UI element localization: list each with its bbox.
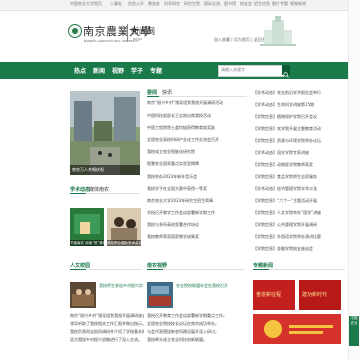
list-item[interactable]: 全国农业高校科研产业化工作交流会召开 xyxy=(147,137,245,143)
top-link[interactable]: 研究生院 xyxy=(184,1,200,7)
main-nav-bar xyxy=(0,62,360,79)
top-link[interactable]: 信息公开 xyxy=(128,1,144,7)
search-button[interactable] xyxy=(282,65,290,78)
top-link[interactable]: 图片专题 xyxy=(272,1,288,7)
nav-item-topics[interactable]: 专题 xyxy=(150,66,162,75)
campus-building-icon xyxy=(260,16,296,46)
people-news-line: 南京“振兴乡村”指导组到我校开展调研座谈会。 xyxy=(70,313,144,318)
university-seal-icon[interactable] xyxy=(68,24,82,38)
view-news-line: 我校召开教育工作会议部署新学期重点工作。 xyxy=(147,313,227,318)
people-news-line: 我校负责同志陪同调研并介绍了学校基本情况。 xyxy=(70,329,144,334)
section-marker xyxy=(253,269,269,270)
list-item[interactable]: 中国科技部部长王志刚出席我校活动 xyxy=(147,113,245,119)
tab-media[interactable]: 媒体南农 xyxy=(89,186,109,193)
list-item[interactable]: 【学术动态】园艺学院专家讲座 xyxy=(253,150,343,156)
list-item[interactable]: 我校学子在全国大赛中获得一等奖 xyxy=(147,186,245,192)
topic-banner-text: 建功新时代 xyxy=(302,292,328,298)
list-item[interactable]: 【学术动态】生命科学讲座第15期 xyxy=(253,102,343,108)
thumbnail-caption[interactable]: 书香南农 阅读“悦”美好 xyxy=(70,240,104,246)
section-divider xyxy=(147,96,247,97)
search-placeholder: 请输入关键字 xyxy=(221,67,245,72)
list-item[interactable]: 学校召开教学工作会议部署新学期工作 xyxy=(147,210,245,216)
section-marker xyxy=(147,269,163,270)
view-news-line: 全国农业院校校长论坛在南京成功举办。 xyxy=(147,321,219,326)
nav-item-hot[interactable]: 热点 xyxy=(74,66,86,75)
top-link[interactable]: 招生信息 xyxy=(254,1,270,7)
tab-flash[interactable]: 快讯 xyxy=(162,89,172,96)
view-news-headline[interactable]: 农业院校联盟年会在我校召开 xyxy=(176,283,244,289)
top-utility-bar: 中国农业大学首页 人事处 信息公开 教务处 科学研究 研究生院 国际交流 图书馆… xyxy=(0,0,360,11)
view-news-line: 与会代表围绕新农科建设展开深入研讨。 xyxy=(147,329,219,334)
list-item[interactable]: 【学院信息】人文学院举办“国学”讲座 xyxy=(253,210,343,216)
thumbnail-caption[interactable]: 我校举办国际学术会议 xyxy=(107,240,141,246)
section-people[interactable]: 人文校园 xyxy=(70,262,90,269)
list-item[interactable]: 我校举办2023年新年音乐会 xyxy=(147,174,245,180)
list-item[interactable]: 我校成立农业智能化研究院 xyxy=(147,149,245,155)
banner-decoration-icon xyxy=(264,320,333,338)
section-marker xyxy=(147,96,159,97)
list-item[interactable]: 【学院信息】资源与环境学院举办论坛 xyxy=(253,138,343,144)
headline-photo[interactable] xyxy=(70,91,140,175)
top-link[interactable]: 人事处 xyxy=(110,1,122,7)
topic-banner-text: 奋进新征程 xyxy=(256,292,282,298)
top-link[interactable]: 国际交流 xyxy=(204,1,220,7)
top-link[interactable]: 校友会 xyxy=(240,1,252,7)
site-name-english: NEWS xyxy=(133,37,143,41)
people-news-headline[interactable]: 我校师生参加乡村振兴实践 xyxy=(99,283,143,289)
list-item[interactable]: 【学术动态】经济管理学院学术沙龙 xyxy=(253,186,343,192)
people-news-line: 领导听取了我校相关工作汇报并做出指示。 xyxy=(70,321,144,326)
topic-banner[interactable]: 奋进新征程 xyxy=(253,280,295,310)
top-link[interactable]: 图书馆 xyxy=(224,1,236,7)
tab-academic[interactable]: 学术动态 xyxy=(70,186,90,193)
view-news-line: 我校牵头成立农业科技创新联盟。 xyxy=(147,337,207,342)
top-link[interactable]: 视频新闻 xyxy=(290,1,306,7)
list-item[interactable]: 智慧农业国家重点实验室揭牌 xyxy=(147,161,245,167)
top-link[interactable]: 教务处 xyxy=(148,1,160,7)
list-item[interactable]: 【学院信息】金融学院校友座谈会 xyxy=(253,246,343,252)
section-marker xyxy=(70,269,86,270)
list-item[interactable]: 【学院信息】动物医学院教师获奖 xyxy=(253,162,343,168)
people-news-line: 双方围绕乡村振兴战略进行了深入交流。 xyxy=(70,337,142,342)
list-item[interactable]: 【学院信息】食品学院师生志愿服务 xyxy=(253,174,343,180)
site-name: 新闻网 xyxy=(131,27,155,36)
list-item[interactable]: 【学院信息】植物保护学院召开会议 xyxy=(253,114,343,120)
top-link[interactable]: 科学研究 xyxy=(164,1,180,7)
university-name-english: NANJING AGRICULTURAL UNIVERSITY xyxy=(84,39,140,43)
nav-item-students[interactable]: 学子 xyxy=(131,66,143,75)
section-view[interactable]: 南农视野 xyxy=(147,262,167,269)
top-link[interactable]: 中国农业大学首页 xyxy=(70,1,102,7)
topic-banner[interactable]: 建功新时代 xyxy=(299,280,341,310)
people-news-photo[interactable] xyxy=(70,282,96,308)
list-item[interactable]: 我校与多所高校签署合作协议 xyxy=(147,222,245,228)
section-topic[interactable]: 专题新闻 xyxy=(253,262,273,269)
section-marker xyxy=(70,193,86,194)
right-sidebar xyxy=(348,0,360,360)
list-item[interactable]: 南京“振兴乡村”指导组到我校开展调研活动 xyxy=(147,100,245,106)
list-item[interactable]: 【学院信息】“六个一”主题活动开展 xyxy=(253,198,343,204)
list-item[interactable]: 【学术动态】农业前沿学术报告会举行 xyxy=(253,90,343,96)
sidebar-badge[interactable]: 中国农业 xyxy=(349,316,359,346)
list-item[interactable]: 【学院信息】外国语学院举办演讲比赛 xyxy=(253,234,343,240)
headline-photo-caption[interactable]: 南农万人合唱庆祝 xyxy=(72,167,104,173)
list-item[interactable]: 【学院信息】农学院开展主题教育活动 xyxy=(253,126,343,132)
tab-headlines[interactable]: 要闻 xyxy=(147,89,157,96)
list-item[interactable]: 我校教师荣获国家教学成果奖 xyxy=(147,234,245,240)
list-item[interactable]: 南京农业大学2023年研究生招生简章 xyxy=(147,198,245,204)
topic-banner-wide[interactable] xyxy=(253,314,341,344)
search-icon xyxy=(283,72,289,78)
list-item[interactable]: 【学院信息】公共管理学院开展调研 xyxy=(253,222,343,228)
nav-item-news[interactable]: 新闻 xyxy=(93,66,105,75)
list-item[interactable]: 中国工程院院士盖钧镒获得教育部奖励 xyxy=(147,125,245,131)
nav-item-vision[interactable]: 视野 xyxy=(112,66,124,75)
logo-divider xyxy=(127,24,128,42)
view-news-photo[interactable] xyxy=(147,282,173,308)
